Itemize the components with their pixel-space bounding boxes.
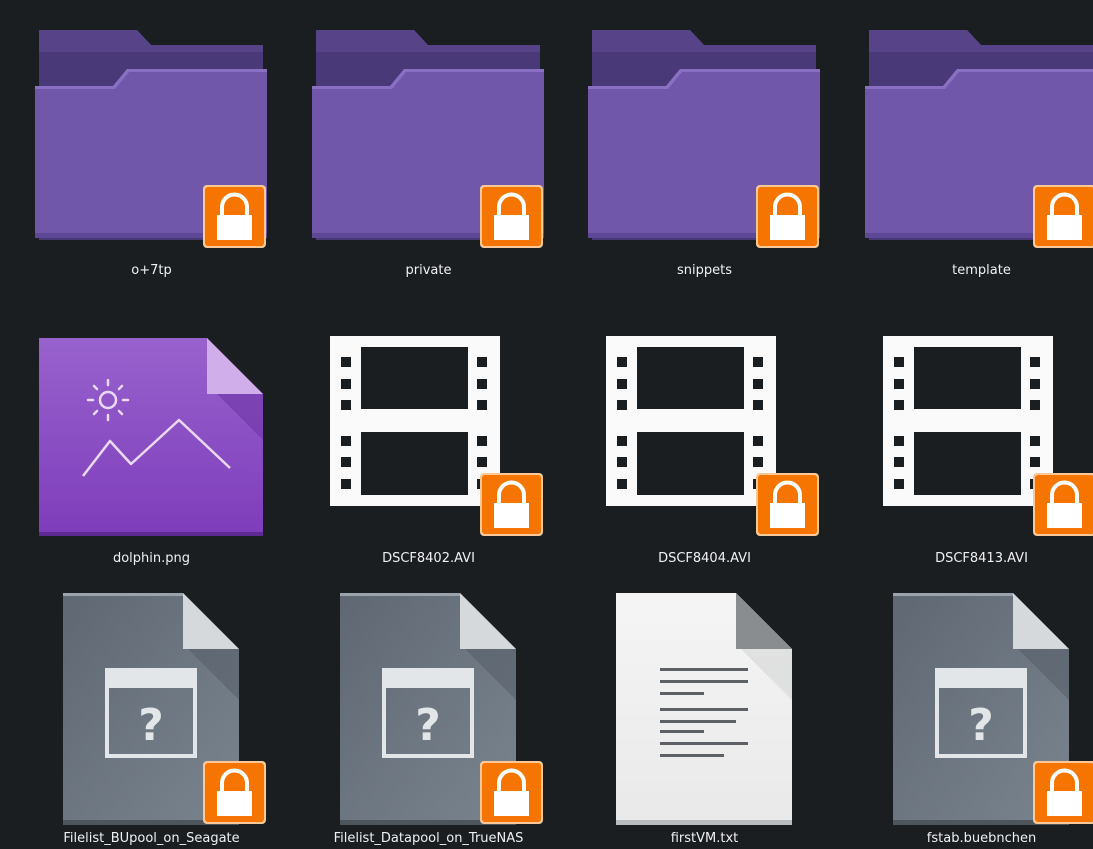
file-item-text[interactable]: firstVM.txt [566,0,843,849]
unknown-file-icon: ? [340,593,543,825]
lock-icon [203,761,266,824]
svg-text:?: ? [968,700,994,751]
lock-icon [1033,761,1093,824]
file-name-label: fstab.buebnchen [926,831,1037,846]
file-name-label: Filelist_Datapool_on_TrueNAS [333,831,524,846]
file-item-unknown[interactable]: ? Filelist_Datapool_on_TrueNAS [290,0,567,849]
unknown-file-icon: ? [893,593,1093,825]
file-icon-grid: o+7tp private snippets template dolphin.… [0,0,1093,849]
unknown-file-icon: ? [63,593,266,825]
text-file-icon [616,593,792,825]
svg-text:?: ? [138,700,164,751]
file-name-label: firstVM.txt [670,831,739,846]
lock-icon [480,761,543,824]
file-name-label: Filelist_BUpool_on_Seagate [63,831,240,846]
svg-text:?: ? [415,700,441,751]
file-item-unknown[interactable]: ? Filelist_BUpool_on_Seagate [13,0,290,849]
file-item-unknown[interactable]: ? fstab.buebnchen [843,0,1093,849]
